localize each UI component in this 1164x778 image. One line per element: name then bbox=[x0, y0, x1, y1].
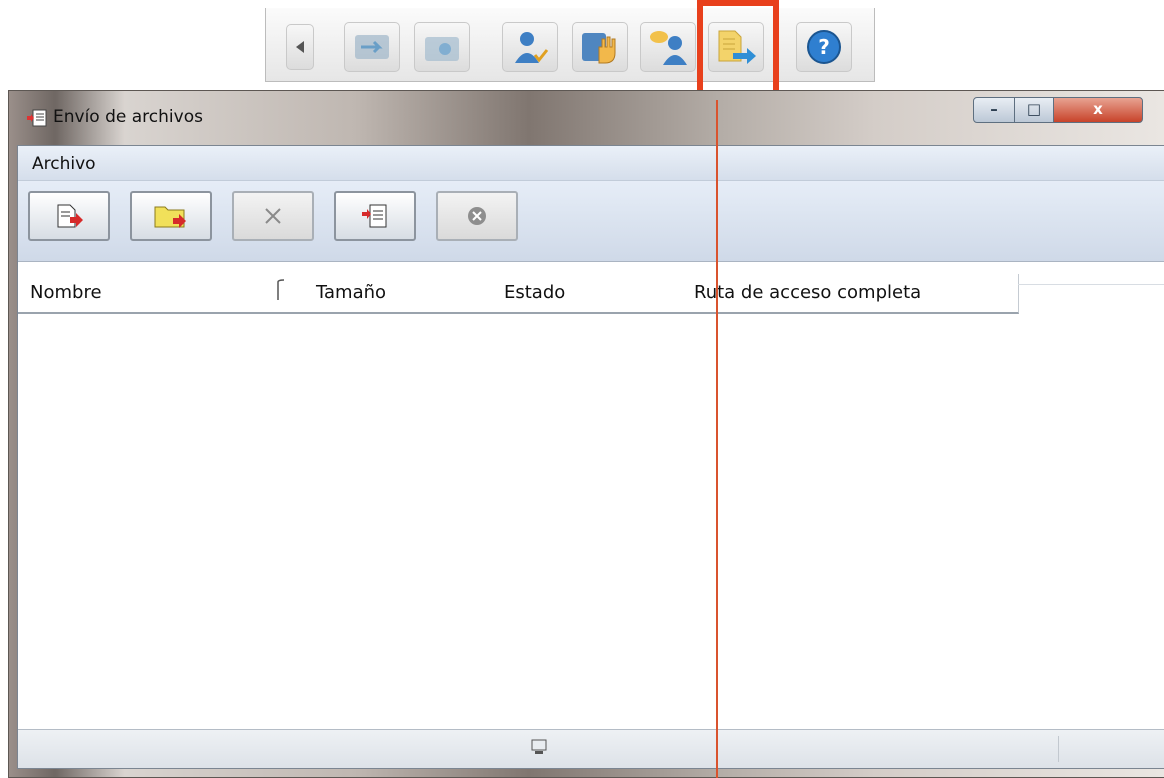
svg-text:?: ? bbox=[818, 35, 830, 59]
sort-indicator-icon bbox=[277, 279, 285, 300]
window-client: Archivo Nombre Tamaño Estado Ruta de acc… bbox=[17, 145, 1164, 769]
share-screen-button[interactable] bbox=[344, 22, 400, 72]
status-separator bbox=[1058, 736, 1059, 762]
remove-button[interactable] bbox=[232, 191, 314, 241]
add-folder-icon bbox=[154, 206, 186, 228]
close-button[interactable]: x bbox=[1053, 97, 1143, 123]
raise-hand-button[interactable] bbox=[572, 22, 628, 72]
file-list[interactable]: Nombre Tamaño Estado Ruta de acceso comp… bbox=[18, 262, 1164, 730]
back-button[interactable] bbox=[286, 24, 314, 70]
file-toolbar bbox=[18, 181, 1164, 262]
column-ruta[interactable]: Ruta de acceso completa bbox=[694, 282, 921, 303]
chat-users-icon bbox=[650, 31, 687, 65]
minimize-button[interactable]: – bbox=[973, 97, 1015, 123]
raise-hand-icon bbox=[582, 33, 616, 64]
remove-icon bbox=[265, 208, 281, 224]
add-folder-button[interactable] bbox=[130, 191, 212, 241]
menu-bar: Archivo bbox=[18, 146, 1164, 181]
title-bar[interactable]: Envío de archivos – □ x bbox=[9, 91, 1164, 143]
send-list-icon bbox=[362, 204, 387, 228]
highlight-box bbox=[697, 0, 779, 100]
status-bar bbox=[18, 729, 1164, 768]
list-header: Nombre Tamaño Estado Ruta de acceso comp… bbox=[18, 274, 1019, 314]
send-list-button[interactable] bbox=[334, 191, 416, 241]
list-body[interactable] bbox=[18, 314, 1164, 730]
column-tamano[interactable]: Tamaño bbox=[316, 282, 386, 303]
window-title: Envío de archivos bbox=[53, 107, 203, 127]
remote-view-icon bbox=[425, 37, 459, 61]
add-file-button[interactable] bbox=[28, 191, 110, 241]
session-toolbar: ? bbox=[265, 8, 875, 82]
header-filler bbox=[1018, 284, 1164, 285]
user-check-button[interactable] bbox=[502, 22, 558, 72]
chat-users-button[interactable] bbox=[640, 22, 696, 72]
column-estado[interactable]: Estado bbox=[504, 282, 565, 303]
cancel-button[interactable] bbox=[436, 191, 518, 241]
remote-view-button[interactable] bbox=[414, 22, 470, 72]
help-icon: ? bbox=[807, 30, 841, 64]
maximize-button[interactable]: □ bbox=[1014, 97, 1054, 123]
cancel-icon bbox=[468, 207, 486, 225]
window-icon bbox=[27, 109, 47, 131]
close-icon: x bbox=[1093, 100, 1103, 118]
add-file-icon bbox=[57, 204, 83, 228]
minimize-icon: – bbox=[990, 100, 998, 118]
callout-line bbox=[716, 100, 718, 778]
column-nombre[interactable]: Nombre bbox=[30, 282, 102, 303]
user-check-icon bbox=[515, 32, 549, 63]
help-button[interactable]: ? bbox=[796, 22, 852, 72]
maximize-icon: □ bbox=[1026, 100, 1042, 118]
back-arrow-icon bbox=[296, 41, 304, 53]
file-transfer-window: Envío de archivos – □ x Archivo Nombre T… bbox=[8, 90, 1164, 778]
share-screen-icon bbox=[355, 35, 389, 59]
network-status-icon bbox=[531, 739, 547, 754]
menu-archivo[interactable]: Archivo bbox=[32, 154, 96, 174]
